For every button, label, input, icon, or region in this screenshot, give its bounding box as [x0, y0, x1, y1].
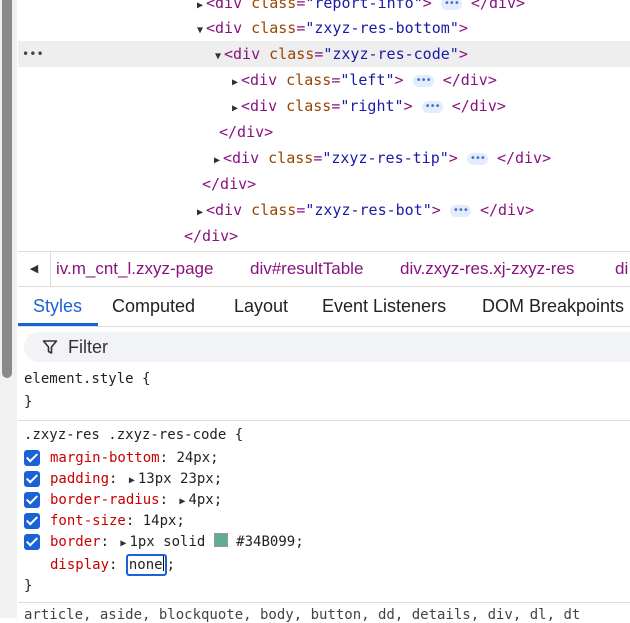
active-tab-indicator — [18, 323, 98, 326]
property-checkbox[interactable] — [24, 513, 40, 529]
expand-arrow-icon[interactable]: ▶ — [117, 533, 129, 554]
css-rule-zxyz-res-code: .zxyz-res .zxyz-res-code { margin-bottom… — [18, 424, 630, 603]
property-checkbox[interactable] — [24, 450, 40, 466]
element-style-rule: element.style { } — [18, 367, 630, 421]
property-checkbox[interactable] — [24, 534, 40, 550]
tab-computed[interactable]: Computed — [112, 286, 195, 326]
styles-pane: element.style { } .zxyz-res .zxyz-res-co… — [18, 367, 630, 623]
left-scrollbar[interactable] — [0, 0, 17, 618]
ellipsis-pill[interactable]: ••• — [466, 152, 488, 165]
css-property[interactable]: margin-bottom: 24px; — [50, 448, 219, 469]
breadcrumb-scroll-left-icon[interactable]: ◀ — [18, 252, 51, 286]
scrollbar-thumb[interactable] — [2, 0, 12, 378]
elements-dom-tree: ▶ <div class="report-info"> ••• </div> ▼ <… — [18, 0, 630, 250]
breadcrumb-item[interactable]: div#resultTable — [250, 252, 363, 286]
dom-node-zxyz-res-bot[interactable]: ▶ <div class="zxyz-res-bot"> ••• </div> — [18, 197, 630, 223]
dom-node-zxyz-res-code-selected[interactable]: ••• ▼ <div class="zxyz-res-code"> — [18, 41, 630, 67]
tab-layout[interactable]: Layout — [234, 286, 288, 326]
text-cursor — [162, 556, 164, 571]
css-property[interactable]: border: ▶ 1px solid #34B099; — [50, 532, 304, 553]
rule-selector[interactable]: element.style { — [24, 369, 150, 390]
dom-node-report-info[interactable]: ▶ <div class="report-info"> ••• </div> — [18, 0, 630, 16]
css-property[interactable]: border-radius: ▶ 4px; — [50, 490, 222, 511]
rule-close-brace: } — [24, 394, 33, 410]
expand-arrow-icon[interactable]: ▶ — [176, 491, 188, 512]
ellipsis-pill[interactable]: ••• — [421, 100, 443, 113]
inherited-selector-list: article, aside, blockquote, body, button… — [24, 607, 581, 623]
more-options-icon[interactable]: ••• — [22, 41, 44, 67]
property-checkbox[interactable] — [24, 471, 40, 487]
tab-event-listeners[interactable]: Event Listeners — [322, 286, 446, 326]
rule-selector[interactable]: .zxyz-res .zxyz-res-code { — [24, 425, 243, 446]
color-swatch[interactable] — [213, 533, 228, 547]
breadcrumb: ◀ iv.m_cnt_l.zxyz-page div#resultTable d… — [18, 251, 630, 287]
rule-close-brace: } — [24, 578, 33, 594]
breadcrumb-item[interactable]: di — [615, 252, 628, 286]
breadcrumb-item[interactable]: iv.m_cnt_l.zxyz-page — [56, 252, 213, 286]
breadcrumb-item[interactable]: div.zxyz-res.xj-zxyz-res — [400, 252, 574, 286]
filter-placeholder: Filter — [68, 337, 108, 357]
dom-node-zxyz-res-tip[interactable]: ▶ <div class="zxyz-res-tip"> ••• </div> — [18, 145, 630, 171]
expand-arrow-icon[interactable]: ▶ — [126, 470, 138, 491]
filter-icon — [42, 340, 58, 354]
ellipsis-pill[interactable]: ••• — [412, 74, 434, 87]
property-checkbox[interactable] — [24, 492, 40, 508]
css-property[interactable]: font-size: 14px; — [50, 511, 185, 532]
tab-dom-breakpoints[interactable]: DOM Breakpoints — [482, 286, 624, 326]
dom-node-zxyz-res-bottom[interactable]: ▼ <div class="zxyz-res-bottom"> — [18, 15, 630, 41]
css-property-editing[interactable]: display: none; — [50, 554, 175, 576]
css-property[interactable]: padding: ▶ 13px 23px; — [50, 469, 222, 490]
sidebar-tab-bar: Styles Computed Layout Event Listeners D… — [18, 286, 630, 327]
dom-close-tag[interactable]: </div> — [18, 119, 630, 145]
dom-close-tag[interactable]: </div> — [18, 171, 630, 197]
dom-close-tag[interactable]: </div> — [18, 223, 630, 249]
ellipsis-pill[interactable]: ••• — [449, 204, 471, 217]
dom-node-right[interactable]: ▶ <div class="right"> ••• </div> — [18, 93, 630, 119]
dom-node-left[interactable]: ▶ <div class="left"> ••• </div> — [18, 67, 630, 93]
styles-filter-input[interactable]: Filter — [24, 332, 630, 362]
ellipsis-pill[interactable]: ••• — [440, 0, 462, 10]
tab-styles[interactable]: Styles — [33, 286, 82, 326]
property-value-editor[interactable]: none — [125, 554, 167, 576]
